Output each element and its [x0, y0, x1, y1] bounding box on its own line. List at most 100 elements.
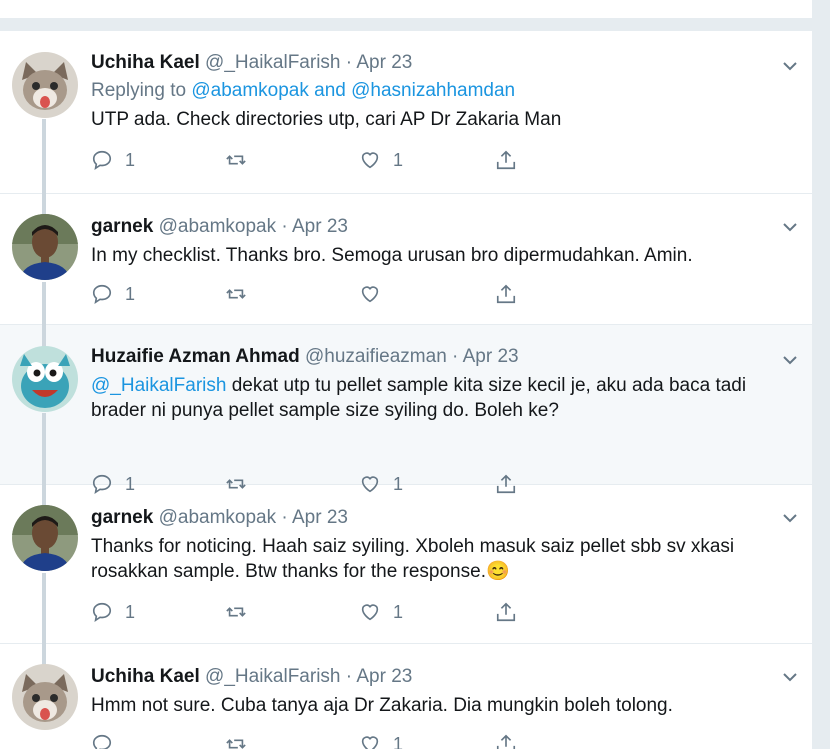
reply-icon: [92, 734, 112, 749]
chevron-down-icon[interactable]: [782, 58, 798, 74]
retweet-icon: [226, 607, 246, 617]
replying-to-label: Replying to: [91, 80, 192, 101]
replying-to-users-link[interactable]: @abamkopak and @hasnizahhamdan: [191, 80, 515, 101]
heart-icon: [361, 736, 379, 749]
reply-count: 1: [125, 283, 136, 304]
user-handle[interactable]: @huzaifieazman: [305, 346, 447, 367]
share-icon: [496, 734, 516, 749]
like-button[interactable]: [359, 282, 393, 306]
heart-icon: [361, 286, 379, 303]
tweet-header: garnek @abamkopak · Apr 23: [91, 507, 792, 529]
retweet-icon: [226, 739, 246, 749]
chevron-down-icon[interactable]: [782, 510, 798, 526]
reply-button[interactable]: [91, 732, 125, 749]
user-handle[interactable]: @abamkopak: [159, 216, 277, 237]
thread-line: [42, 485, 46, 507]
timestamp[interactable]: Apr 23: [463, 346, 519, 367]
tweet-text: UTP ada. Check directories utp, cari AP …: [91, 109, 562, 130]
scrollbar-track[interactable]: [812, 0, 830, 749]
separator: ·: [340, 666, 357, 687]
tweet[interactable]: Uchiha Kael @_HaikalFarish · Apr 23 Repl…: [0, 31, 812, 194]
like-button[interactable]: 1: [359, 732, 403, 749]
timestamp[interactable]: Apr 23: [292, 216, 348, 237]
timestamp[interactable]: Apr 23: [292, 507, 348, 528]
thread-line: [42, 325, 46, 347]
mention-link[interactable]: @_HaikalFarish: [91, 375, 226, 396]
reply-icon: [92, 284, 112, 305]
retweet-button[interactable]: [225, 600, 259, 624]
tweet-header: Uchiha Kael @_HaikalFarish · Apr 23: [91, 666, 792, 688]
chevron-down-icon[interactable]: [782, 352, 798, 368]
user-handle[interactable]: @abamkopak: [159, 507, 277, 528]
tweet-header: Uchiha Kael @_HaikalFarish · Apr 23: [91, 52, 792, 74]
avatar[interactable]: [12, 664, 78, 730]
tweet[interactable]: garnek @abamkopak · Apr 23 Thanks for no…: [0, 485, 812, 644]
retweet-button[interactable]: [225, 148, 259, 172]
user-handle[interactable]: @_HaikalFarish: [205, 52, 340, 73]
share-icon: [496, 150, 516, 170]
chevron-down-icon[interactable]: [782, 219, 798, 235]
avatar[interactable]: [12, 214, 78, 280]
separator: ·: [340, 52, 357, 73]
timestamp[interactable]: Apr 23: [356, 52, 412, 73]
thread-line: [42, 573, 46, 644]
thread-line: [42, 413, 46, 485]
reply-button[interactable]: 1: [91, 282, 135, 306]
share-button[interactable]: [495, 282, 517, 306]
avatar[interactable]: [12, 505, 78, 571]
man-avatar-icon: [12, 214, 78, 280]
tweet-actions: 1 1: [91, 148, 531, 172]
share-icon: [496, 602, 516, 622]
heart-icon: [361, 152, 379, 169]
chevron-down-icon[interactable]: [782, 669, 798, 685]
tweet[interactable]: garnek @abamkopak · Apr 23 In my checkli…: [0, 194, 812, 325]
like-count: 1: [393, 601, 404, 622]
reply-button[interactable]: 1: [91, 600, 135, 624]
tweet[interactable]: Huzaifie Azman Ahmad @huzaifieazman · Ap…: [0, 325, 812, 495]
cartoon-avatar-icon: [12, 346, 78, 412]
retweet-button[interactable]: [225, 732, 259, 749]
retweet-button[interactable]: [225, 282, 259, 306]
avatar[interactable]: [12, 52, 78, 118]
conversation-timeline: Uchiha Kael @_HaikalFarish · Apr 23 Repl…: [0, 31, 812, 749]
avatar[interactable]: [12, 346, 78, 412]
kitten-avatar-icon: [12, 664, 78, 730]
thread-line: [42, 119, 46, 194]
tweet-actions: 1: [91, 732, 531, 749]
like-count: 1: [393, 149, 404, 170]
like-button[interactable]: 1: [359, 148, 403, 172]
share-button[interactable]: [495, 148, 517, 172]
tweet-text: @_HaikalFarish dekat utp tu pellet sampl…: [91, 373, 792, 423]
thread-line: [42, 282, 46, 325]
tweet-header: garnek @abamkopak · Apr 23: [91, 216, 792, 238]
reply-button[interactable]: 1: [91, 148, 135, 172]
reply-icon: [92, 150, 112, 171]
share-button[interactable]: [495, 732, 517, 749]
tweet-header: Huzaifie Azman Ahmad @huzaifieazman · Ap…: [91, 346, 792, 368]
tweet[interactable]: Uchiha Kael @_HaikalFarish · Apr 23 Hmm …: [0, 644, 812, 749]
reply-count: 1: [125, 601, 136, 622]
display-name[interactable]: garnek: [91, 507, 153, 528]
share-button[interactable]: [495, 600, 517, 624]
like-count: 1: [393, 733, 404, 749]
display-name[interactable]: Uchiha Kael: [91, 52, 200, 73]
thread-line: [42, 194, 46, 216]
separator: ·: [446, 346, 463, 367]
retweet-icon: [226, 155, 246, 165]
heart-icon: [361, 604, 379, 621]
display-name[interactable]: Uchiha Kael: [91, 666, 200, 687]
kitten-avatar-icon: [12, 52, 78, 118]
reply-icon: [92, 602, 112, 623]
user-handle[interactable]: @_HaikalFarish: [205, 666, 340, 687]
share-icon: [496, 284, 516, 304]
retweet-icon: [226, 289, 246, 299]
tweet-actions: 1 1: [91, 600, 531, 624]
like-button[interactable]: 1: [359, 600, 403, 624]
display-name[interactable]: Huzaifie Azman Ahmad: [91, 346, 300, 367]
tweet-text: Thanks for noticing. Haah saiz syiling. …: [91, 536, 735, 582]
separator: ·: [276, 507, 292, 528]
separator: ·: [276, 216, 292, 237]
tweet-text: Hmm not sure. Cuba tanya aja Dr Zakaria.…: [91, 695, 673, 716]
display-name[interactable]: garnek: [91, 216, 153, 237]
timestamp[interactable]: Apr 23: [356, 666, 412, 687]
